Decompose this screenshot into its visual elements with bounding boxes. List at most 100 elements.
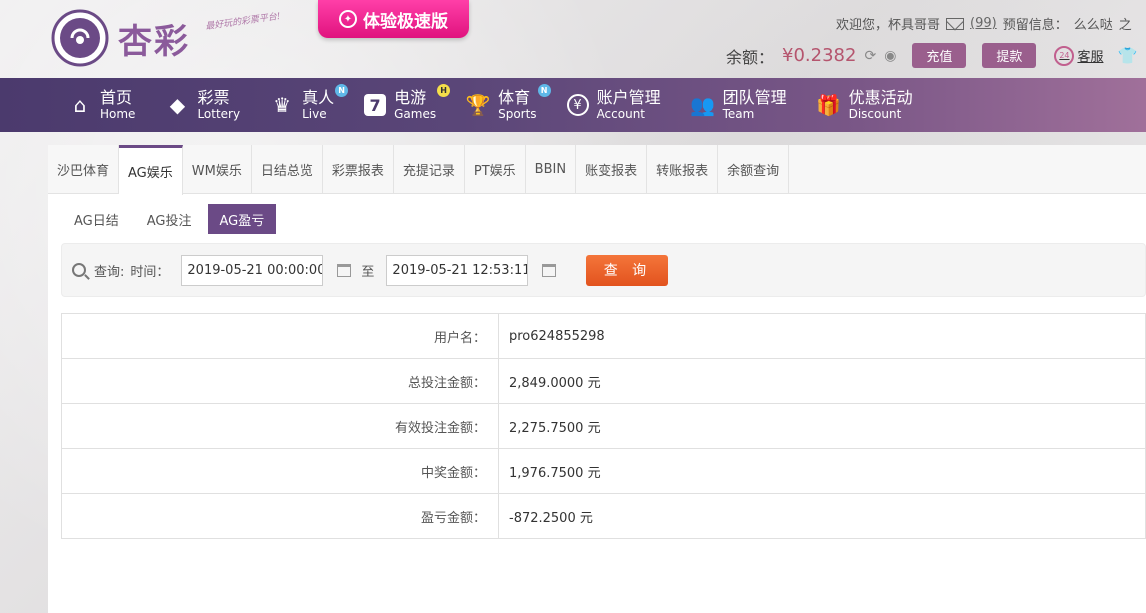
subtab-ag-daily[interactable]: AG日结: [62, 204, 131, 234]
balance-label: 余额：: [726, 47, 775, 67]
balance-bar: 余额： ¥0.2382 ⟳ ◉ 充值 提款 24 客服 👕 首: [726, 43, 1146, 68]
end-time-input[interactable]: [386, 254, 529, 286]
row-label: 总投注金额：: [61, 358, 499, 404]
nav-sublabel: Sports: [498, 107, 537, 121]
seven-icon: 7: [364, 94, 387, 116]
nav-label: 团队管理: [722, 88, 787, 107]
to-label: 至: [361, 264, 375, 280]
new-badge: N: [335, 84, 349, 97]
row-value: 1,976.7500 元: [498, 448, 1146, 494]
query-button[interactable]: 查 询: [586, 254, 669, 286]
yen-icon: ¥: [566, 94, 589, 116]
home-icon: ⌂: [73, 93, 87, 117]
nav-label: 彩票: [197, 88, 230, 107]
reserved-info-value: 么么哒: [1073, 18, 1113, 33]
query-label: 查询:: [94, 264, 125, 280]
tab-bbin[interactable]: BBIN: [526, 145, 577, 194]
nav-label: 真人: [302, 88, 335, 107]
logo-text: 杏彩: [118, 22, 190, 62]
table-row: 有效投注金额： 2,275.7500 元: [61, 403, 1146, 449]
main-nav: ⌂ 首页 Home ◆ 彩票 Lottery ♛ 真人 Live N 7 电游 Game…: [0, 78, 1146, 132]
tab-wm-entertainment[interactable]: WM娱乐: [183, 145, 252, 194]
nav-label: 电游: [394, 88, 427, 107]
withdraw-button[interactable]: 提款: [982, 43, 1037, 68]
calendar-icon[interactable]: [337, 263, 352, 277]
nav-label: 体育: [498, 88, 531, 107]
report-tabs: 沙巴体育 AG娱乐 WM娱乐 日结总览 彩票报表 充提记录 PT娱乐 BBIN …: [48, 145, 1146, 195]
refresh-icon[interactable]: ⟳: [864, 48, 876, 64]
mail-icon[interactable]: [946, 17, 965, 30]
logo-icon[interactable]: [50, 8, 110, 68]
new-badge: N: [537, 84, 551, 97]
gift-icon: 🎁: [816, 93, 842, 117]
reserved-info-label: 预留信息：: [1002, 18, 1068, 33]
speed-version-label: 体验极速版: [363, 11, 448, 32]
time-label: 时间：: [130, 264, 170, 280]
row-value: 2,275.7500 元: [498, 403, 1146, 449]
page: 杏彩 最好玩的彩票平台! ✦ 体验极速版 欢迎您，杯具哥哥 (99) 预留信息：…: [0, 0, 1146, 613]
nav-sublabel: Live: [302, 107, 327, 121]
nav-sublabel: Home: [100, 107, 136, 121]
mail-count-link[interactable]: (99): [970, 16, 997, 31]
nav-team[interactable]: 👥 团队管理 Team: [690, 88, 787, 121]
row-label: 盈亏金额：: [61, 493, 499, 539]
balance-value: ¥0.2382: [782, 45, 857, 66]
tab-lottery-report[interactable]: 彩票报表: [323, 145, 394, 194]
table-row: 盈亏金额： -872.2500 元: [61, 493, 1146, 539]
trophy-icon: 🏆: [465, 93, 491, 117]
reserved-info-trailing: 之: [1118, 18, 1132, 33]
shirt-icon[interactable]: 👕: [1117, 46, 1137, 65]
nav-games[interactable]: 7 电游 Games H: [364, 84, 451, 120]
nav-sublabel: Lottery: [197, 107, 241, 121]
welcome-text: 欢迎您，杯具哥哥: [836, 18, 941, 33]
tab-transfer-report[interactable]: 转账报表: [647, 145, 719, 194]
tab-ag-entertainment[interactable]: AG娱乐: [119, 145, 183, 195]
logo-slogan: 最好玩的彩票平台!: [204, 11, 282, 33]
hide-eye-icon[interactable]: ◉: [884, 48, 896, 64]
search-icon: [72, 263, 86, 277]
nav-label: 首页: [100, 88, 133, 107]
nav-sublabel: Discount: [848, 107, 902, 121]
nav-home[interactable]: ⌂ 首页 Home: [68, 88, 136, 121]
hot-badge: H: [437, 84, 451, 97]
row-label: 有效投注金额：: [61, 403, 499, 449]
report-panel: 沙巴体育 AG娱乐 WM娱乐 日结总览 彩票报表 充提记录 PT娱乐 BBIN …: [48, 145, 1146, 613]
header: 杏彩 最好玩的彩票平台! ✦ 体验极速版 欢迎您，杯具哥哥 (99) 预留信息：…: [0, 0, 1146, 78]
query-bar: 查询: 时间： 至 查 询: [61, 243, 1146, 297]
tab-daily-overview[interactable]: 日结总览: [252, 145, 323, 194]
tab-saba-sports[interactable]: 沙巴体育: [48, 145, 120, 194]
table-row: 总投注金额： 2,849.0000 元: [61, 358, 1146, 404]
tab-balance-query[interactable]: 余额查询: [718, 145, 790, 194]
customer-service-link[interactable]: 24 客服: [1054, 45, 1104, 66]
row-value: pro624855298: [498, 313, 1146, 359]
recharge-button[interactable]: 充值: [912, 43, 967, 68]
nav-discount[interactable]: 🎁 优惠活动 Discount: [816, 88, 913, 121]
nav-label: 优惠活动: [848, 88, 913, 107]
speed-version-button[interactable]: ✦ 体验极速版: [318, 0, 469, 38]
subtab-ag-bets[interactable]: AG投注: [135, 204, 204, 234]
team-icon: 👥: [690, 93, 716, 117]
tab-account-change-report[interactable]: 账变报表: [576, 145, 648, 194]
subtab-ag-profit-loss[interactable]: AG盈亏: [207, 204, 277, 234]
row-value: -872.2500 元: [498, 493, 1146, 539]
table-row: 中奖金额： 1,976.7500 元: [61, 448, 1146, 494]
nav-account[interactable]: ¥ 账户管理 Account: [566, 88, 661, 121]
calendar-icon[interactable]: [542, 263, 557, 277]
ticket-icon: ◆: [169, 93, 186, 117]
row-label: 中奖金额：: [61, 448, 499, 494]
nav-lottery[interactable]: ◆ 彩票 Lottery: [165, 88, 241, 121]
table-row: 用户名： pro624855298: [61, 313, 1146, 359]
start-time-input[interactable]: [181, 254, 324, 286]
nav-label: 账户管理: [596, 88, 661, 107]
user-info-bar: 欢迎您，杯具哥哥 (99) 预留信息： 么么哒 之: [836, 14, 1132, 33]
rocket-icon: ✦: [339, 10, 357, 28]
tab-pt-entertainment[interactable]: PT娱乐: [465, 145, 526, 194]
customer-service-icon: 24: [1054, 45, 1075, 66]
tab-deposit-withdraw-records[interactable]: 充提记录: [394, 145, 465, 194]
row-value: 2,849.0000 元: [498, 358, 1146, 404]
nav-live[interactable]: ♛ 真人 Live N: [270, 84, 349, 121]
nav-sports[interactable]: 🏆 体育 Sports N: [465, 84, 551, 121]
customer-service-label: 客服: [1077, 50, 1104, 65]
nav-sublabel: Account: [596, 107, 646, 121]
sub-tabs: AG日结 AG投注 AG盈亏: [62, 204, 277, 234]
